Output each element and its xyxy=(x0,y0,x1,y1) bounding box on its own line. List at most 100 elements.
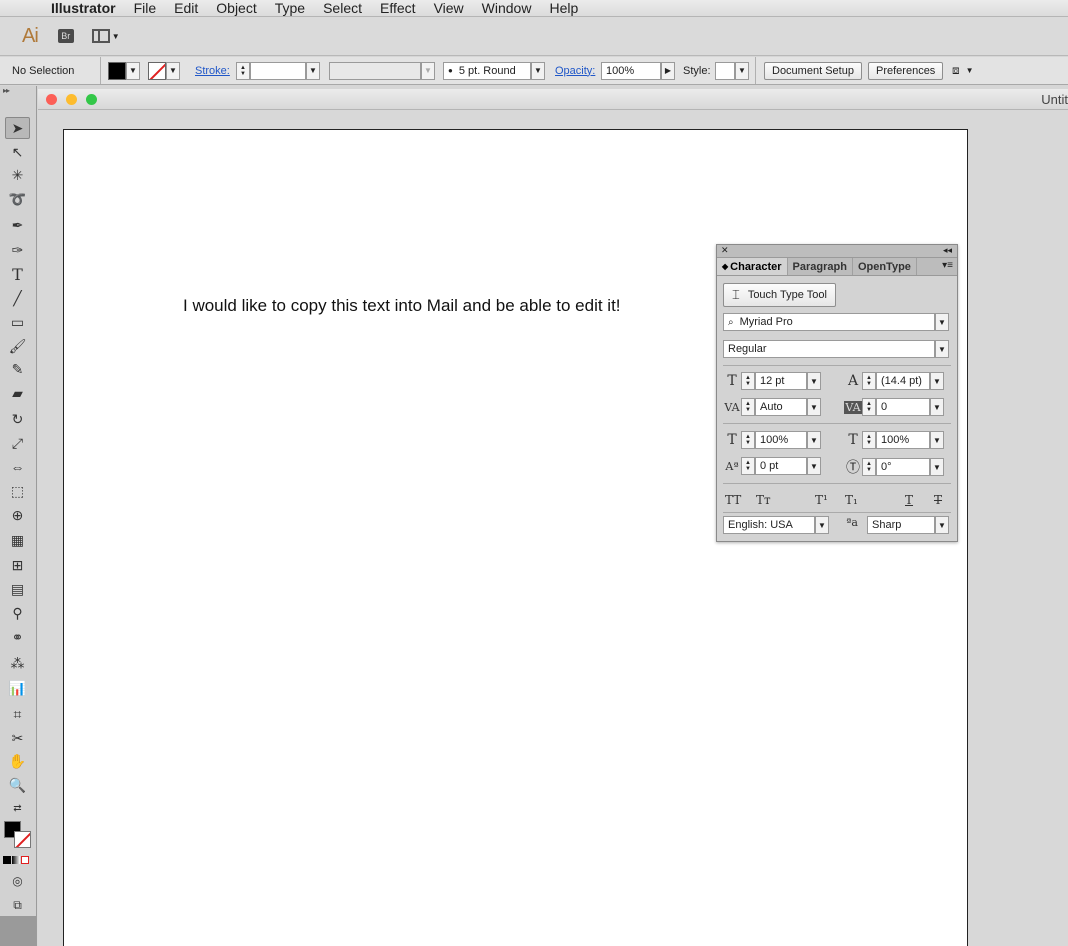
document-setup-button[interactable]: Document Setup xyxy=(764,61,862,80)
language-select[interactable]: English: USA xyxy=(723,516,815,534)
scale-tool-icon[interactable]: ⤢ xyxy=(5,432,30,454)
shape-builder-tool-icon[interactable]: ⊕ xyxy=(5,504,30,526)
rectangle-tool-icon[interactable]: ▭ xyxy=(5,311,30,333)
graphic-style-control[interactable]: ▼ xyxy=(715,61,749,80)
stepper-icon[interactable]: ▲ ▼ xyxy=(741,457,755,475)
horizontal-scale-input[interactable]: 100% xyxy=(876,431,930,449)
all-caps-icon[interactable]: TT xyxy=(725,493,741,507)
menu-app-name[interactable]: Illustrator xyxy=(48,0,125,16)
none-mode-icon[interactable] xyxy=(21,856,29,864)
perspective-grid-tool-icon[interactable]: ▦ xyxy=(5,529,30,551)
arrange-options-button[interactable]: ⧈ ▼ xyxy=(952,61,974,80)
gradient-tool-icon[interactable]: ▤ xyxy=(5,578,30,600)
menu-edit[interactable]: Edit xyxy=(165,0,207,16)
menu-window[interactable]: Window xyxy=(473,0,541,16)
curvature-tool-icon[interactable]: ✑ xyxy=(5,239,30,261)
stroke-weight-control[interactable]: ▲ ▼ ▼ xyxy=(236,61,320,80)
leading-input[interactable]: (14.4 pt) xyxy=(876,372,930,390)
type-tool-icon[interactable]: T xyxy=(5,263,30,285)
tab-opentype[interactable]: OpenType xyxy=(853,258,917,275)
chevron-down-icon[interactable]: ▼ xyxy=(306,61,320,80)
panel-menu-icon[interactable]: ▾≡ xyxy=(942,260,953,271)
slice-tool-icon[interactable]: ✂ xyxy=(5,727,30,749)
width-profile-field[interactable] xyxy=(329,61,421,80)
color-mode-icon[interactable] xyxy=(3,856,11,864)
stepper-icon[interactable]: ▲ ▼ xyxy=(741,372,755,390)
stepper-icon[interactable]: ▲ ▼ xyxy=(862,372,876,390)
gradient-mode-icon[interactable] xyxy=(12,856,20,864)
selection-tool-icon[interactable]: ➤ xyxy=(5,117,30,139)
symbol-sprayer-tool-icon[interactable]: ⁂ xyxy=(5,652,30,674)
chevron-down-icon[interactable]: ▼ xyxy=(930,431,944,449)
opacity-link[interactable]: Opacity: xyxy=(555,61,595,80)
subscript-icon[interactable]: T₁ xyxy=(845,493,858,507)
swap-fill-stroke-icon[interactable]: ⇄ xyxy=(5,797,30,819)
stroke-color-control[interactable]: ▼ xyxy=(148,61,180,80)
width-tool-icon[interactable]: ⇔ xyxy=(5,456,30,478)
panel-grip-icon[interactable]: ▸▸ xyxy=(0,86,36,98)
opacity-control[interactable]: 100% ▶ xyxy=(601,61,675,80)
chevron-down-icon[interactable]: ▼ xyxy=(815,516,829,534)
rotate-tool-icon[interactable]: ↻ xyxy=(5,408,30,430)
chevron-down-icon[interactable]: ▼ xyxy=(807,372,821,390)
chevron-down-icon[interactable]: ▼ xyxy=(126,61,140,80)
line-segment-tool-icon[interactable]: ╱ xyxy=(5,287,30,309)
mesh-tool-icon[interactable]: ⊞ xyxy=(5,554,30,576)
stepper-icon[interactable]: ▲ ▼ xyxy=(236,61,250,80)
preferences-button[interactable]: Preferences xyxy=(868,61,944,80)
chevron-right-icon[interactable]: ▶ xyxy=(661,61,675,80)
chevron-down-icon[interactable]: ▼ xyxy=(421,61,435,80)
small-caps-icon[interactable]: Tт xyxy=(756,493,771,507)
chevron-down-icon[interactable]: ▼ xyxy=(935,516,949,534)
vertical-scale-input[interactable]: 100% xyxy=(755,431,807,449)
chevron-down-icon[interactable]: ▼ xyxy=(166,61,180,80)
chevron-down-icon[interactable]: ▼ xyxy=(735,61,749,80)
free-transform-tool-icon[interactable]: ⬚ xyxy=(5,480,30,502)
eyedropper-tool-icon[interactable]: ⚲ xyxy=(5,602,30,624)
font-style-select[interactable]: Regular xyxy=(723,340,935,358)
stroke-none-swatch[interactable] xyxy=(148,61,166,80)
close-window-button[interactable] xyxy=(46,94,57,105)
drawing-mode-icon[interactable]: ◎ xyxy=(5,870,30,892)
hand-tool-icon[interactable]: ✋ xyxy=(5,750,30,772)
artboard-tool-icon[interactable]: ⌗ xyxy=(5,703,30,725)
opacity-input[interactable]: 100% xyxy=(601,61,661,80)
menu-object[interactable]: Object xyxy=(207,0,265,16)
collapse-panel-icon[interactable]: ◂◂ xyxy=(943,245,952,256)
chevron-down-icon[interactable]: ▼ xyxy=(531,61,545,80)
menu-view[interactable]: View xyxy=(425,0,473,16)
brush-field[interactable]: ● 5 pt. Round xyxy=(443,61,531,80)
chevron-down-icon[interactable]: ▼ xyxy=(807,431,821,449)
variable-width-profile[interactable]: ▼ xyxy=(329,61,435,80)
character-rotation-input[interactable]: 0° xyxy=(876,458,930,476)
font-size-input[interactable]: 12 pt xyxy=(755,372,807,390)
stroke-weight-input[interactable] xyxy=(250,61,306,80)
pen-tool-icon[interactable]: ✒ xyxy=(5,214,30,236)
graphic-style-swatch[interactable] xyxy=(715,61,735,80)
antialiasing-select[interactable]: Sharp xyxy=(867,516,935,534)
stepper-icon[interactable]: ▲ ▼ xyxy=(741,431,755,449)
column-graph-tool-icon[interactable]: 📊 xyxy=(5,677,30,699)
chevron-down-icon[interactable]: ▼ xyxy=(935,340,949,358)
chevron-down-icon[interactable]: ▼ xyxy=(930,458,944,476)
strikethrough-icon[interactable]: T xyxy=(934,493,942,507)
stepper-icon[interactable]: ▲ ▼ xyxy=(862,398,876,416)
chevron-down-icon[interactable]: ▼ xyxy=(807,457,821,475)
screen-mode-icon[interactable]: ⧉ xyxy=(5,894,30,916)
canvas-text-object[interactable]: I would like to copy this text into Mail… xyxy=(183,296,621,316)
paintbrush-tool-icon[interactable]: 🖌 xyxy=(5,335,30,357)
pencil-tool-icon[interactable]: ✎ xyxy=(5,358,30,380)
lasso-tool-icon[interactable]: ➰ xyxy=(5,188,30,210)
underline-icon[interactable]: T xyxy=(905,493,913,507)
tracking-input[interactable]: 0 xyxy=(876,398,930,416)
menu-effect[interactable]: Effect xyxy=(371,0,425,16)
chevron-down-icon[interactable]: ▼ xyxy=(935,313,949,331)
direct-selection-tool-icon[interactable]: ↖ xyxy=(5,141,30,163)
stroke-link[interactable]: Stroke: xyxy=(195,61,230,80)
stepper-icon[interactable]: ▲ ▼ xyxy=(862,458,876,476)
stroke-label[interactable]: Stroke: xyxy=(195,65,230,77)
stepper-icon[interactable]: ▲ ▼ xyxy=(862,431,876,449)
close-icon[interactable]: ✕ xyxy=(721,245,729,256)
eraser-tool-icon[interactable]: ▰ xyxy=(5,382,30,404)
chevron-down-icon[interactable]: ▼ xyxy=(930,372,944,390)
